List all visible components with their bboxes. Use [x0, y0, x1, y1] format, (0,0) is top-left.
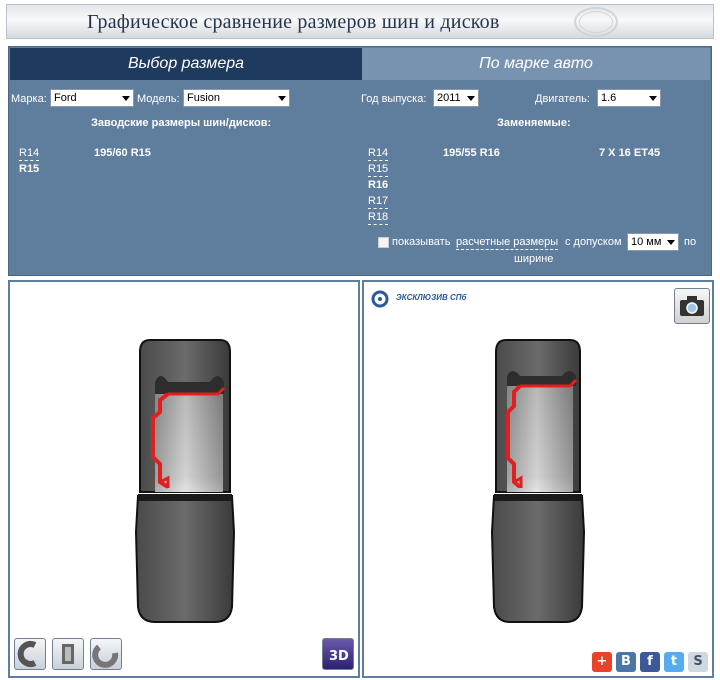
skype-icon[interactable]: S: [688, 652, 708, 672]
replacement-radius-r18[interactable]: R18: [368, 211, 389, 225]
rim-side-icon: [92, 644, 119, 668]
3d-view-button[interactable]: 3D: [322, 638, 354, 670]
replacement-heading: Заменяемые:: [497, 117, 571, 129]
brand-select-value: Ford: [54, 92, 77, 104]
year-label: Год выпуска:: [361, 93, 427, 105]
year-select-value: 2011: [437, 92, 461, 104]
title-banner: Графическое сравнение размеров шин и дис…: [6, 4, 714, 39]
year-select[interactable]: 2011: [433, 89, 479, 107]
brand-select[interactable]: Ford: [50, 89, 134, 107]
chevron-down-icon: [649, 96, 657, 101]
section-view-button[interactable]: [14, 638, 46, 670]
section-view-icon: [17, 641, 37, 667]
factory-radius-r14[interactable]: R14: [19, 147, 40, 161]
rim-side-button[interactable]: [90, 638, 122, 670]
factory-wheel-view: 3D: [8, 280, 360, 678]
chevron-down-icon: [122, 96, 130, 101]
page-title: Графическое сравнение размеров шин и дис…: [87, 11, 500, 33]
engine-label: Двигатель:: [535, 93, 590, 105]
header: Графическое сравнение размеров шин и дис…: [0, 0, 720, 44]
show-calculated-checkbox[interactable]: [378, 237, 389, 248]
width-label: ширине: [514, 253, 554, 265]
vkontakte-icon[interactable]: B: [616, 652, 636, 672]
factory-tire-size[interactable]: 195/60 R15: [94, 147, 151, 159]
model-select[interactable]: Fusion: [183, 89, 290, 107]
tolerance-label: с допуском: [565, 236, 622, 248]
selection-panel: Выбор размера По марке авто Марка: Ford …: [8, 46, 712, 276]
tolerance-select-value: 10 мм: [631, 236, 662, 248]
replacement-radius-r17[interactable]: R17: [368, 195, 389, 209]
engine-select-value: 1.6: [601, 92, 617, 104]
factory-sizes-heading: Заводские размеры шин/дисков:: [91, 117, 272, 129]
replacement-tire-size[interactable]: 195/55 R16: [443, 147, 500, 159]
svg-text:3D: 3D: [329, 649, 349, 664]
replacement-wheel-drawing: [490, 339, 586, 623]
model-select-value: Fusion: [187, 92, 221, 104]
replacement-rim-size[interactable]: 7 X 16 ET45: [599, 147, 660, 159]
tolerance-select[interactable]: 10 мм: [627, 233, 679, 251]
replacement-wheel-view: ЭКСКЛЮЗИВ СПб + B f t S: [362, 280, 714, 678]
engine-select[interactable]: 1.6: [597, 89, 661, 107]
replacement-radius-r15[interactable]: R15: [368, 163, 389, 177]
chevron-down-icon: [278, 96, 286, 101]
3d-view-icon: 3D: [329, 649, 349, 664]
replacement-radius-r14[interactable]: R14: [368, 147, 389, 161]
model-label: Модель:: [137, 93, 180, 105]
chevron-down-icon: [667, 240, 675, 245]
replacement-radius-r16[interactable]: R16: [368, 179, 388, 191]
tire-front-icon: [62, 644, 74, 664]
factory-radius-r15[interactable]: R15: [19, 163, 39, 175]
rim-decoration-inner: [579, 11, 613, 33]
brand-label: Марка:: [11, 93, 47, 105]
chevron-down-icon: [467, 96, 475, 101]
add-share-icon[interactable]: +: [592, 652, 612, 672]
facebook-icon[interactable]: f: [640, 652, 660, 672]
tire-front-button[interactable]: [52, 638, 84, 670]
tab-size-selection[interactable]: Выбор размера: [10, 48, 362, 80]
factory-wheel-drawing: [134, 339, 236, 623]
show-label: показывать: [392, 236, 451, 248]
tab-by-car-brand[interactable]: По марке авто: [362, 48, 710, 80]
by-label: по: [684, 236, 697, 248]
calculated-sizes-link[interactable]: расчетные размеры: [456, 236, 559, 250]
twitter-icon[interactable]: t: [664, 652, 684, 672]
